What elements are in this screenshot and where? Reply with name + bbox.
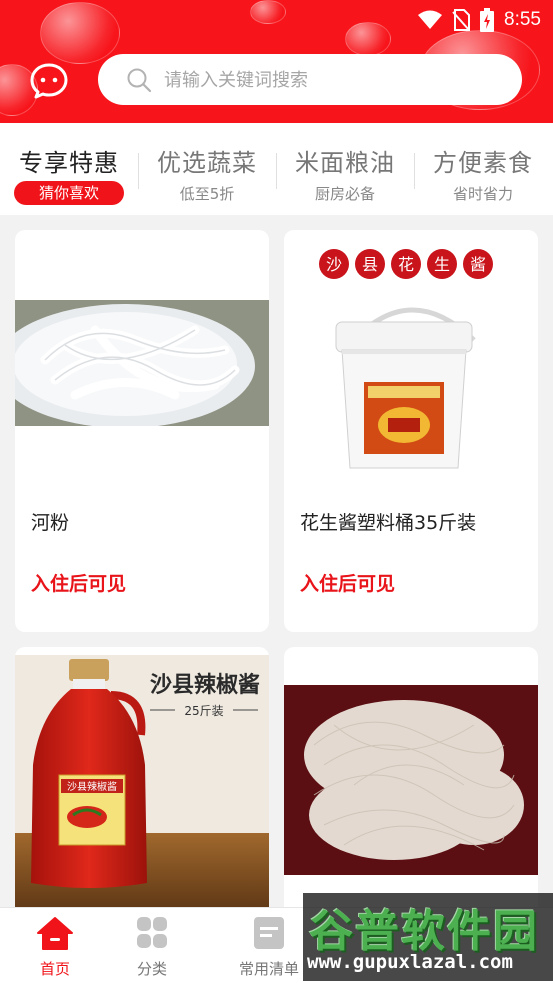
tab-rice-noodle-oil[interactable]: 米面粮油 厨房必备 (276, 123, 414, 215)
tab-convenience-food[interactable]: 方便素食 省时省力 (414, 123, 552, 215)
banner-subtitle: 25斤装 (184, 704, 223, 718)
no-sim-icon (452, 9, 471, 31)
banner-char: 沙 (326, 255, 342, 274)
banner-char: 花 (398, 255, 414, 274)
nav-label: 首页 (39, 960, 70, 978)
search-bar[interactable] (98, 54, 522, 105)
category-tabs: 专享特惠 猜你喜欢 优选蔬菜 低至5折 米面粮油 厨房必备 方便素食 省时省力 (0, 123, 553, 215)
header: 8:55 (0, 0, 553, 123)
product-image-rice-vermicelli (284, 685, 538, 875)
search-icon (127, 68, 152, 93)
banner-char: 酱 (470, 255, 486, 274)
tab-subtitle: 猜你喜欢 (14, 181, 124, 205)
product-price-note: 入住后可见 (31, 573, 127, 595)
product-card[interactable]: 沙 县 花 生 酱 花生酱塑料桶35斤装 入住后可见 (284, 230, 538, 632)
tab-subtitle: 省时省力 (452, 185, 513, 203)
nav-category[interactable]: 分类 (97, 908, 207, 983)
tab-title: 专享特惠 (19, 149, 119, 177)
watermark-title: 谷普软件园 (309, 906, 539, 957)
jug-label: 沙县辣椒酱 (67, 780, 117, 793)
tab-title: 优选蔬菜 (157, 149, 257, 177)
banner-title: 沙县辣椒酱 (150, 672, 260, 698)
watermark-url: www.gupuxlazal.com (307, 951, 513, 973)
product-price-note: 入住后可见 (300, 573, 396, 595)
nav-label: 分类 (136, 960, 167, 978)
banner-char: 生 (434, 255, 450, 274)
search-input[interactable] (164, 66, 504, 94)
watermark: 谷普软件园 www.gupuxlazal.com (303, 893, 553, 981)
status-bar: 8:55 (0, 0, 553, 40)
tab-title: 米面粮油 (295, 149, 395, 177)
tab-exclusive-deals[interactable]: 专享特惠 猜你喜欢 (0, 123, 138, 215)
product-name: 花生酱塑料桶35斤装 (300, 512, 477, 534)
product-grid: 河粉 入住后可见 沙 县 花 生 酱 花生酱塑料桶35斤装 入住后可见 沙县辣椒… (0, 215, 553, 907)
battery-charging-icon (480, 8, 495, 32)
message-icon[interactable] (30, 63, 68, 99)
product-name: 河粉 (31, 512, 70, 534)
tab-subtitle: 低至5折 (179, 185, 235, 203)
category-grid-icon (137, 917, 167, 948)
wifi-icon (418, 10, 443, 29)
tab-title: 方便素食 (433, 149, 533, 177)
product-image-rice-noodles (15, 300, 269, 426)
tab-vegetables[interactable]: 优选蔬菜 低至5折 (138, 123, 276, 215)
product-image-chili-sauce-jug: 沙县辣椒酱 25斤装 沙县辣椒酱 (15, 655, 269, 907)
status-time: 8:55 (504, 9, 541, 30)
product-image-peanut-sauce-bucket: 沙 县 花 生 酱 (284, 230, 538, 490)
home-icon (37, 917, 73, 950)
list-icon (254, 917, 284, 949)
product-card[interactable]: 沙县辣椒酱 25斤装 沙县辣椒酱 (15, 647, 269, 907)
tab-subtitle: 厨房必备 (314, 185, 375, 203)
product-card[interactable] (284, 647, 538, 907)
banner-char: 县 (362, 255, 378, 274)
product-card[interactable]: 河粉 入住后可见 (15, 230, 269, 632)
nav-home[interactable]: 首页 (0, 908, 110, 983)
